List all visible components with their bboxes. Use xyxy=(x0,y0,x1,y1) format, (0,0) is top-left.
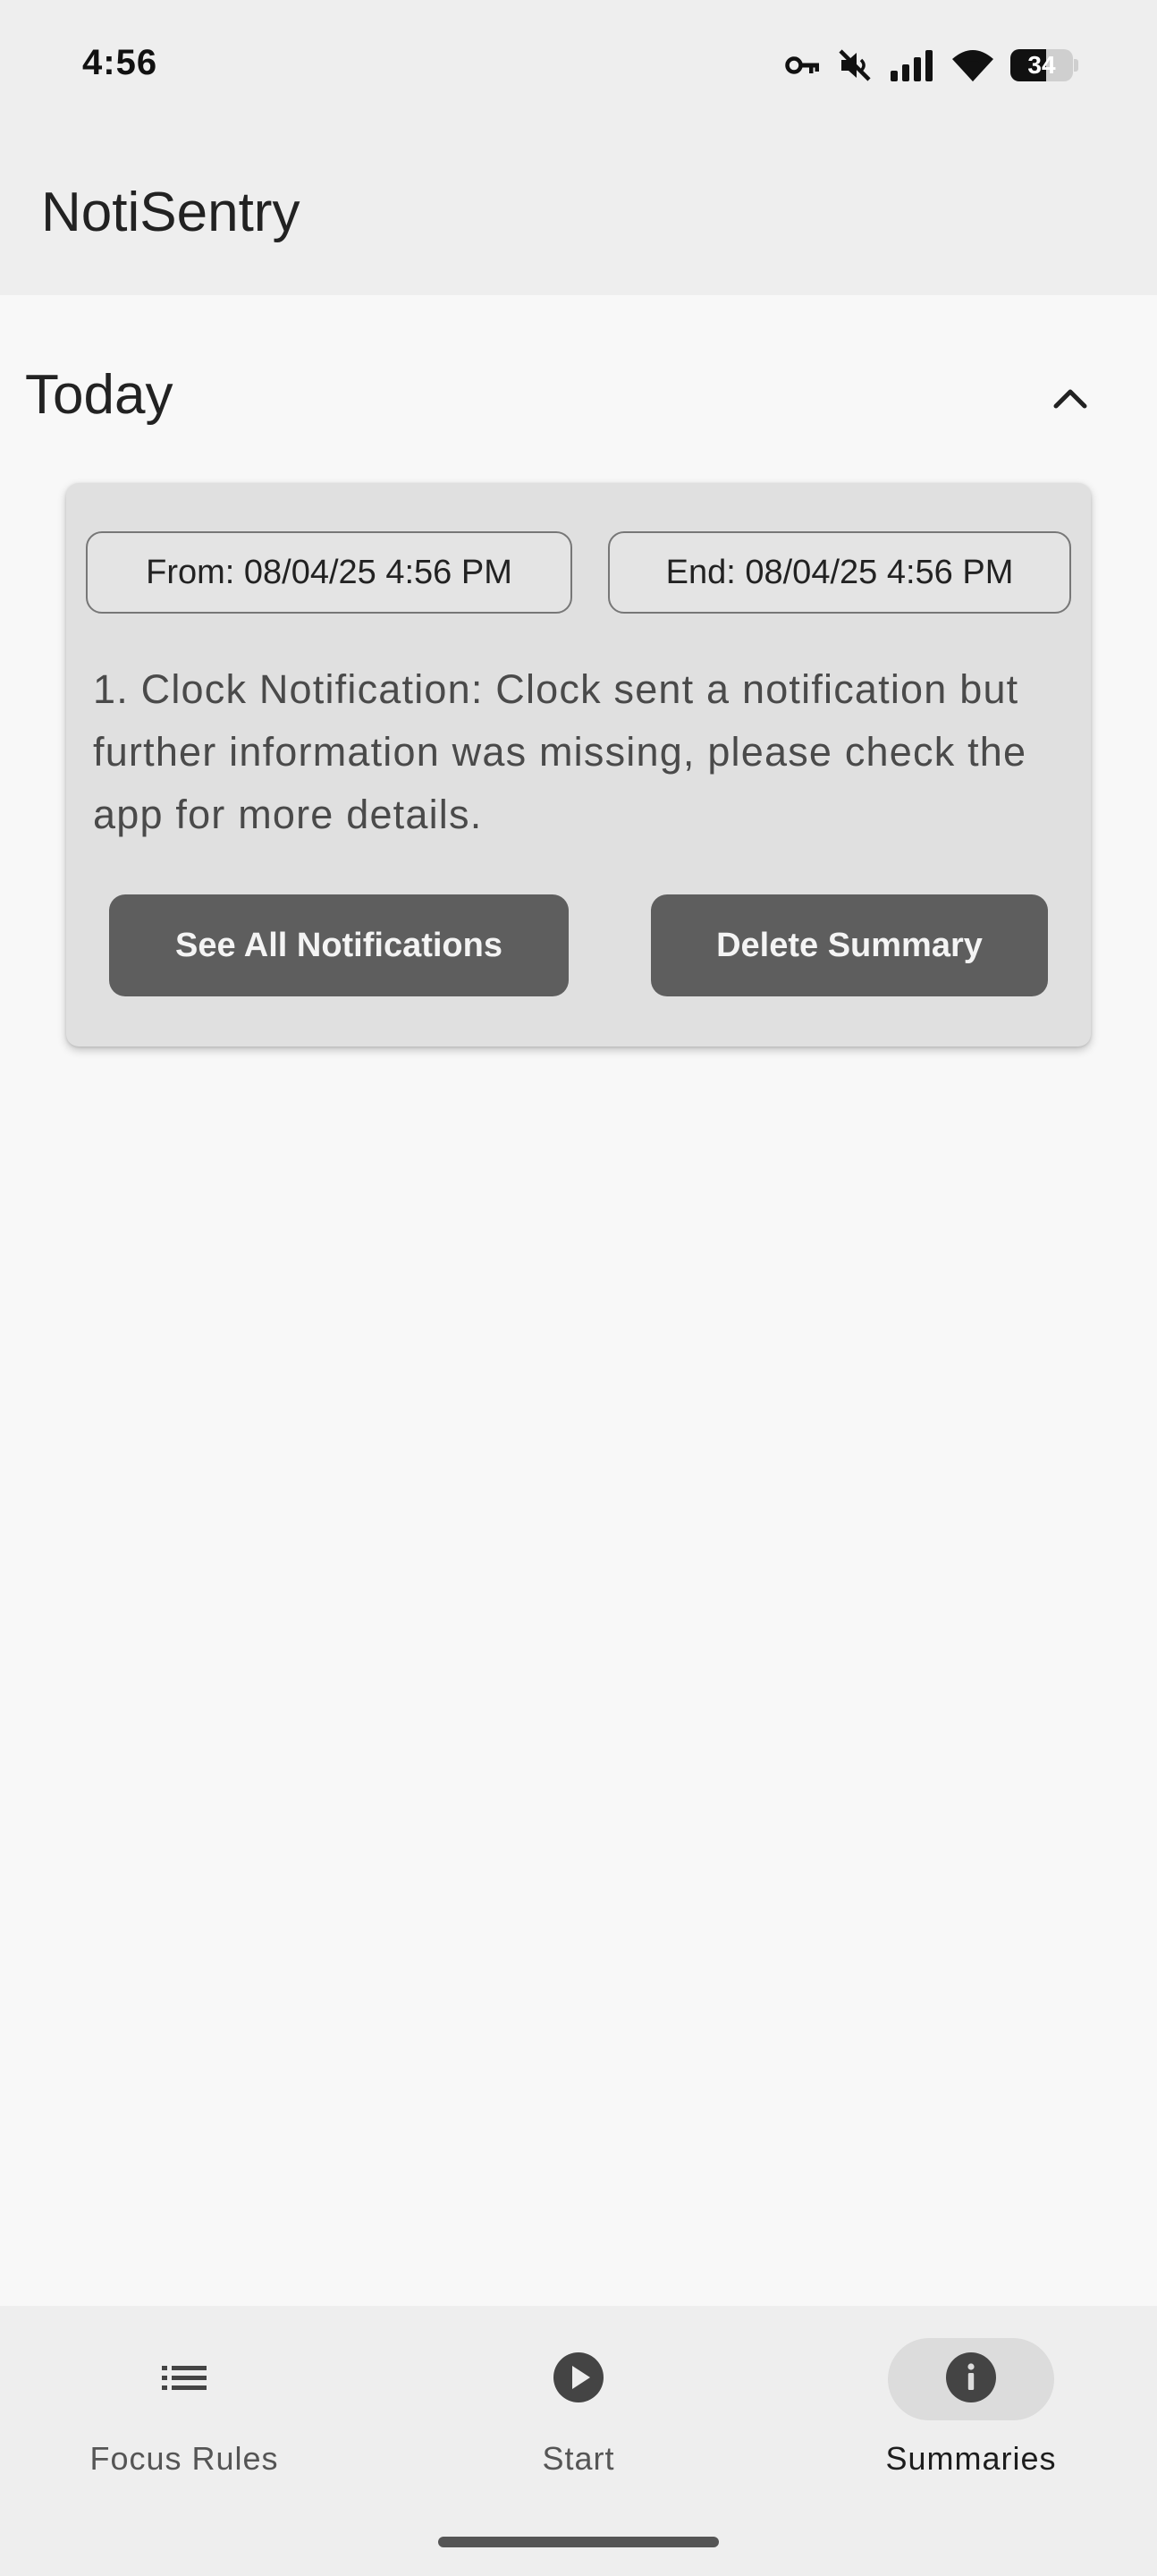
status-time: 4:56 xyxy=(82,43,158,82)
today-section-header[interactable]: Today xyxy=(0,349,1157,438)
list-icon xyxy=(160,2360,208,2400)
home-indicator[interactable] xyxy=(438,2537,719,2547)
see-all-notifications-button[interactable]: See All Notifications xyxy=(109,894,569,996)
vpn-key-icon xyxy=(785,53,821,78)
nav-indicator xyxy=(495,2338,662,2420)
from-date-chip[interactable]: From: 08/04/25 4:56 PM xyxy=(86,531,572,614)
status-bar: 4:56 34 xyxy=(0,0,1157,132)
section-title: Today xyxy=(25,364,173,426)
play-icon xyxy=(552,2351,605,2409)
app-title: NotiSentry xyxy=(41,182,300,243)
nav-label-start: Start xyxy=(542,2440,615,2477)
nav-item-start[interactable]: Start xyxy=(444,2306,713,2512)
summary-card: From: 08/04/25 4:56 PM End: 08/04/25 4:5… xyxy=(66,483,1091,1046)
battery-icon: 34 xyxy=(1010,49,1078,81)
see-all-notifications-label: See All Notifications xyxy=(175,926,502,964)
nav-item-focus-rules[interactable]: Focus Rules xyxy=(50,2306,318,2512)
delete-summary-label: Delete Summary xyxy=(716,926,983,964)
battery-level: 34 xyxy=(1027,51,1056,79)
status-icons: 34 xyxy=(785,45,1078,86)
top-app-bar: NotiSentry xyxy=(0,132,1157,295)
wifi-icon xyxy=(951,48,994,82)
bottom-navigation: Focus Rules Start Summaries xyxy=(0,2306,1157,2576)
nav-item-summaries[interactable]: Summaries xyxy=(837,2306,1105,2512)
delete-summary-button[interactable]: Delete Summary xyxy=(651,894,1048,996)
end-date-label: End: 08/04/25 4:56 PM xyxy=(665,553,1014,591)
summary-text: 1. Clock Notification: Clock sent a noti… xyxy=(93,666,1027,837)
mute-icon xyxy=(837,47,873,83)
chevron-up-icon xyxy=(1051,385,1090,416)
collapse-button[interactable] xyxy=(1037,367,1103,433)
nav-label-summaries: Summaries xyxy=(885,2440,1057,2477)
info-icon xyxy=(944,2351,998,2409)
app-screen: 4:56 34 NotiSentry Today From: 08/04/25 … xyxy=(0,0,1157,2576)
nav-indicator xyxy=(888,2338,1054,2420)
nav-indicator xyxy=(101,2338,267,2420)
end-date-chip[interactable]: End: 08/04/25 4:56 PM xyxy=(608,531,1071,614)
nav-label-focus-rules: Focus Rules xyxy=(89,2440,279,2477)
signal-icon xyxy=(889,49,935,81)
from-date-label: From: 08/04/25 4:56 PM xyxy=(146,553,512,591)
